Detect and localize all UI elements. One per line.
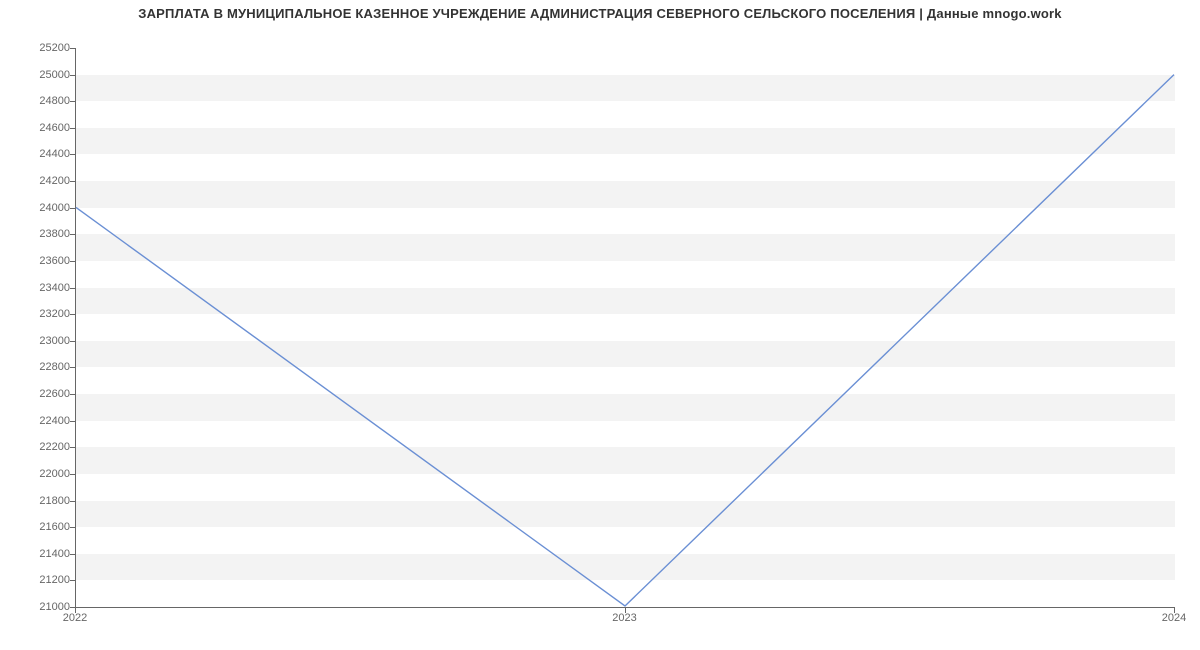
y-tick: [70, 288, 75, 289]
y-tick-label: 22400: [10, 415, 70, 427]
plot-area: [75, 48, 1175, 608]
y-tick-label: 22200: [10, 441, 70, 453]
y-tick: [70, 181, 75, 182]
y-tick-label: 25000: [10, 69, 70, 81]
x-tick-label: 2023: [612, 612, 636, 624]
y-tick: [70, 154, 75, 155]
y-tick-label: 21600: [10, 521, 70, 533]
y-tick: [70, 447, 75, 448]
y-tick-label: 23600: [10, 255, 70, 267]
y-tick: [70, 261, 75, 262]
y-tick-label: 25200: [10, 42, 70, 54]
y-tick-label: 22600: [10, 388, 70, 400]
y-tick: [70, 75, 75, 76]
y-tick-label: 24200: [10, 175, 70, 187]
y-tick-label: 21000: [10, 601, 70, 613]
data-line: [76, 75, 1174, 606]
y-tick-label: 21800: [10, 495, 70, 507]
y-tick-label: 23800: [10, 228, 70, 240]
y-tick-label: 23400: [10, 282, 70, 294]
y-tick-label: 24400: [10, 148, 70, 160]
y-tick: [70, 421, 75, 422]
y-tick: [70, 394, 75, 395]
chart-title: ЗАРПЛАТА В МУНИЦИПАЛЬНОЕ КАЗЕННОЕ УЧРЕЖД…: [0, 6, 1200, 21]
y-tick-label: 21200: [10, 574, 70, 586]
y-tick: [70, 208, 75, 209]
y-tick: [70, 101, 75, 102]
y-tick-label: 22800: [10, 361, 70, 373]
series-line: [76, 48, 1175, 607]
y-tick-label: 24600: [10, 122, 70, 134]
y-tick: [70, 367, 75, 368]
y-tick-label: 23200: [10, 308, 70, 320]
x-tick-label: 2022: [63, 612, 87, 624]
chart-container: ЗАРПЛАТА В МУНИЦИПАЛЬНОЕ КАЗЕННОЕ УЧРЕЖД…: [0, 0, 1200, 650]
y-tick-label: 22000: [10, 468, 70, 480]
y-tick: [70, 341, 75, 342]
y-tick-label: 24000: [10, 202, 70, 214]
y-tick: [70, 128, 75, 129]
y-tick-label: 23000: [10, 335, 70, 347]
y-tick-label: 24800: [10, 95, 70, 107]
y-tick: [70, 580, 75, 581]
y-tick: [70, 474, 75, 475]
y-tick: [70, 554, 75, 555]
y-tick: [70, 527, 75, 528]
x-tick-label: 2024: [1162, 612, 1186, 624]
y-tick: [70, 501, 75, 502]
y-tick: [70, 48, 75, 49]
y-tick: [70, 314, 75, 315]
y-tick-label: 21400: [10, 548, 70, 560]
y-tick: [70, 234, 75, 235]
